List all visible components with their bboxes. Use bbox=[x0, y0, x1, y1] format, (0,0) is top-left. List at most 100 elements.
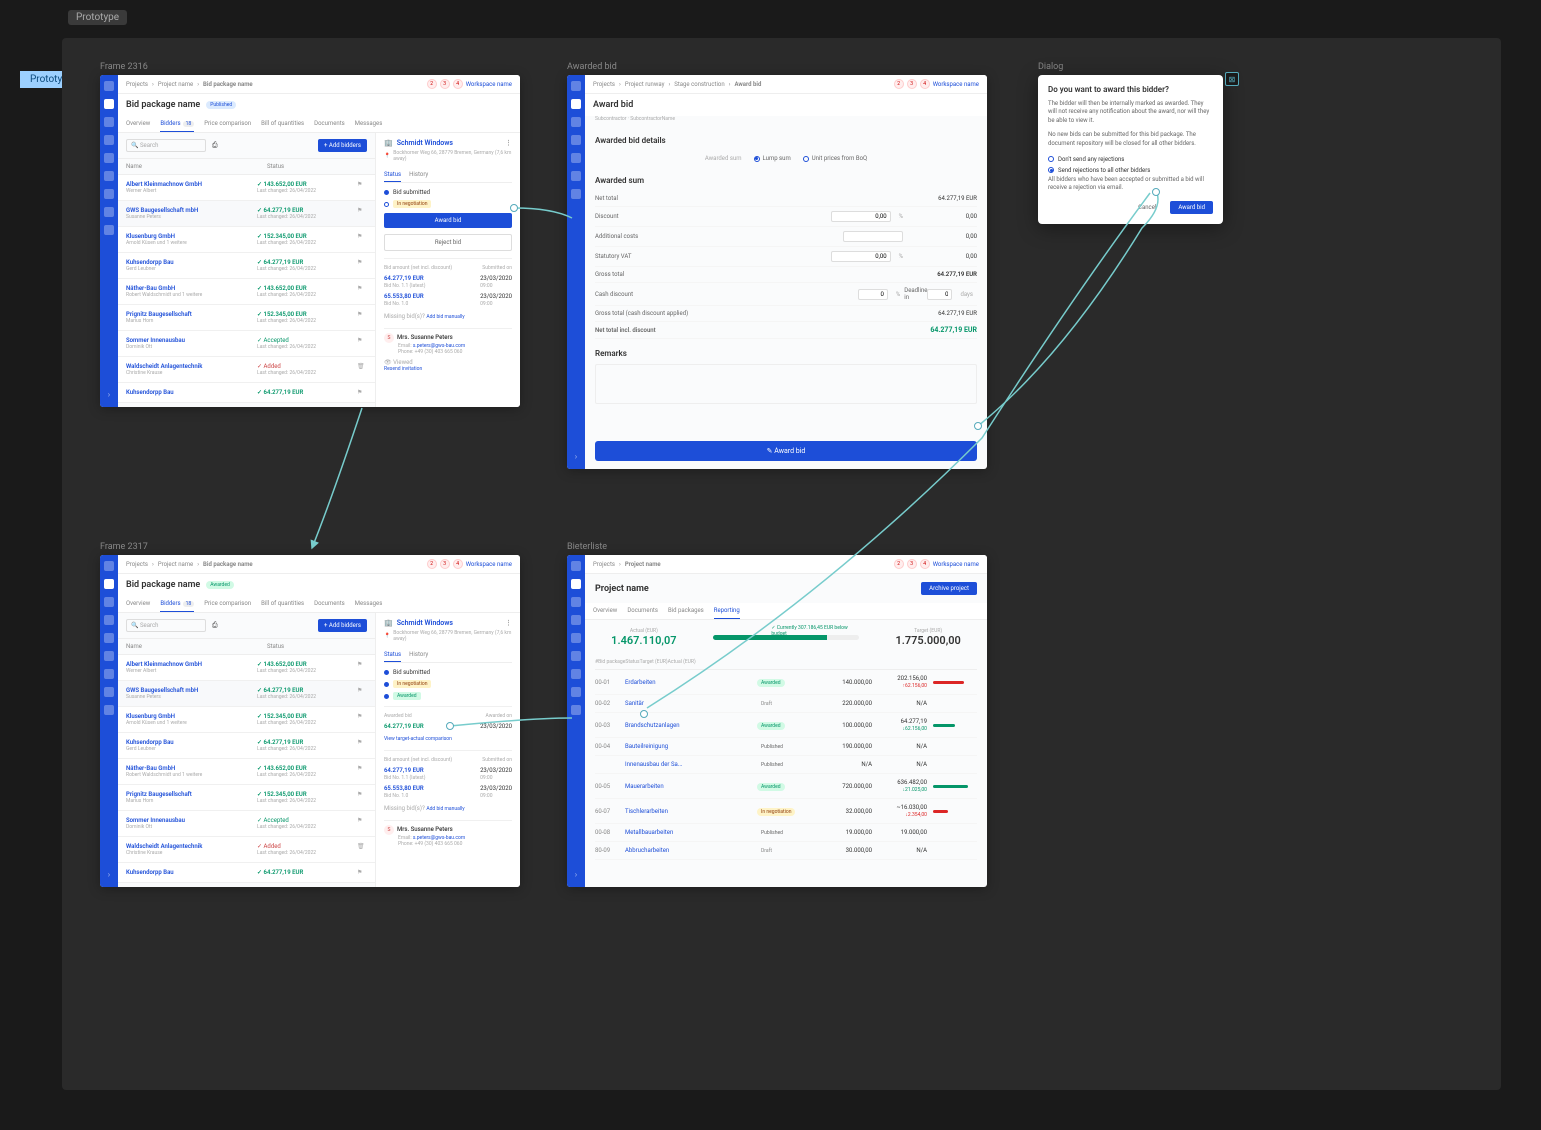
nav-mail-icon[interactable] bbox=[571, 99, 581, 109]
radio-send-rejections[interactable]: Send rejections to all other bidders bbox=[1048, 165, 1213, 176]
bidder-row[interactable]: Klusenburg GmbHArnold Küsen und 1 weiter… bbox=[118, 227, 375, 253]
expand-chevron-icon[interactable]: › bbox=[575, 870, 577, 879]
bidder-row[interactable]: Kuhsendorpp BauGerd Leubner✓ 64.277,19 E… bbox=[118, 253, 375, 279]
tab-price[interactable]: Price comparison bbox=[204, 596, 251, 612]
award-bid-submit-button[interactable]: ✎ Award bid bbox=[595, 441, 977, 461]
filter-icon[interactable]: ⎙ bbox=[212, 621, 218, 630]
report-row[interactable]: Innenausbau der Sa...PublishedN/AN/A bbox=[595, 756, 977, 774]
report-row[interactable]: 00-04BauteilreinigungPublished190.000,00… bbox=[595, 738, 977, 756]
bidder-row[interactable]: Näther-Bau GmbHRobert Waldschmidt und 1 … bbox=[118, 279, 375, 305]
nav-icon[interactable] bbox=[571, 117, 581, 127]
tab-boq[interactable]: Bill of quantities bbox=[261, 116, 304, 132]
radio-lump[interactable]: Lump sum bbox=[754, 155, 791, 162]
bidder-row[interactable]: Kuhsendorpp BauGerd Leubner✓ 64.277,19 E… bbox=[118, 733, 375, 759]
report-row[interactable]: 60-07TischlerarbeitenIn negotiation32.00… bbox=[595, 799, 977, 824]
filter-icon[interactable]: ⎙ bbox=[212, 141, 218, 150]
remarks-textarea[interactable] bbox=[595, 364, 977, 404]
nav-icon[interactable] bbox=[104, 687, 114, 697]
nav-icon[interactable] bbox=[571, 153, 581, 163]
notif-badge[interactable]: 2 bbox=[427, 79, 437, 89]
nav-icon[interactable] bbox=[104, 669, 114, 679]
bidder-row[interactable]: Näther-Bau GmbHRobert Waldschmidt und 1 … bbox=[118, 759, 375, 785]
nav-icon[interactable] bbox=[104, 597, 114, 607]
expand-chevron-icon[interactable]: › bbox=[108, 390, 110, 399]
nav-icon[interactable] bbox=[571, 171, 581, 181]
nav-icon[interactable] bbox=[571, 597, 581, 607]
nav-icon[interactable] bbox=[104, 633, 114, 643]
addcost-input[interactable] bbox=[843, 231, 903, 242]
tab-reporting[interactable]: Reporting bbox=[714, 603, 740, 619]
tab-overview[interactable]: Overview bbox=[593, 603, 617, 619]
dtab-status[interactable]: Status bbox=[384, 168, 401, 182]
vat-input[interactable] bbox=[831, 251, 891, 262]
bidder-row[interactable]: Waldscheidt AnlagentechnikChristine Krau… bbox=[118, 357, 375, 383]
cancel-button[interactable]: Cancel bbox=[1130, 201, 1164, 214]
resend-link[interactable]: Resend invitation bbox=[384, 366, 512, 372]
report-row[interactable]: 00-05MauerarbeitenAwarded720.000,00636.4… bbox=[595, 774, 977, 799]
tab-docs[interactable]: Documents bbox=[627, 603, 658, 619]
radio-unit[interactable]: Unit prices from BoQ bbox=[803, 155, 867, 162]
nav-icon[interactable] bbox=[571, 687, 581, 697]
tab-msgs[interactable]: Messages bbox=[355, 116, 383, 132]
bidder-row[interactable]: Sommer InnenausbauDominik Ott✓ AcceptedL… bbox=[118, 811, 375, 837]
nav-doc-icon[interactable] bbox=[104, 117, 114, 127]
nav-icon[interactable] bbox=[571, 135, 581, 145]
nav-file-icon[interactable] bbox=[104, 135, 114, 145]
cash-input[interactable] bbox=[858, 289, 888, 300]
logo-icon[interactable] bbox=[571, 81, 581, 91]
nav-print-icon[interactable] bbox=[104, 207, 114, 217]
nav-clock-icon[interactable] bbox=[104, 225, 114, 235]
bidder-row[interactable]: Waldscheidt AnlagentechnikChristine Krau… bbox=[118, 837, 375, 863]
tab-msgs[interactable]: Messages bbox=[355, 596, 383, 612]
bidder-row[interactable]: Prignitz BaugesellschaftMarius Horn✓ 152… bbox=[118, 785, 375, 811]
bidder-row[interactable]: GWS Baugesellschaft mbHSusanne Peters✓ 6… bbox=[118, 681, 375, 707]
tab-price[interactable]: Price comparison bbox=[204, 116, 251, 132]
reject-bid-button[interactable]: Reject bid bbox=[384, 234, 512, 251]
nav-users-icon[interactable] bbox=[104, 153, 114, 163]
add-bidders-button[interactable]: + Add bidders bbox=[318, 619, 367, 632]
bidder-row[interactable]: GWS Baugesellschaft mbHSusanne Peters✓ 6… bbox=[118, 201, 375, 227]
confirm-award-button[interactable]: Award bid bbox=[1170, 201, 1213, 214]
report-row[interactable]: 00-01ErdarbeitenAwarded140.000,00202.156… bbox=[595, 670, 977, 695]
tab-boq[interactable]: Bill of quantities bbox=[261, 596, 304, 612]
close-icon[interactable]: ⊠ bbox=[1225, 72, 1239, 86]
dtab-history[interactable]: History bbox=[409, 168, 428, 182]
discount-input[interactable] bbox=[831, 211, 891, 222]
more-icon[interactable]: ⋮ bbox=[505, 619, 512, 627]
nav-folder-icon[interactable] bbox=[104, 171, 114, 181]
nav-icon[interactable] bbox=[104, 651, 114, 661]
report-row[interactable]: 00-02SanitärDraft220.000,00N/A bbox=[595, 695, 977, 713]
deadline-input[interactable] bbox=[927, 289, 952, 300]
bidder-row[interactable]: Sommer InnenausbauDominik Ott✓ AcceptedL… bbox=[118, 331, 375, 357]
search-input[interactable]: 🔍 Search bbox=[126, 619, 206, 632]
expand-chevron-icon[interactable]: › bbox=[575, 452, 577, 461]
bidder-row[interactable]: Albert Kleinmachnow GmbHWerner Albert✓ 1… bbox=[118, 655, 375, 681]
nav-icon[interactable] bbox=[571, 669, 581, 679]
workspace-name[interactable]: Workspace name bbox=[466, 81, 512, 88]
nav-icon[interactable] bbox=[571, 651, 581, 661]
nav-icon[interactable] bbox=[571, 189, 581, 199]
notif-badge[interactable]: 4 bbox=[453, 79, 463, 89]
bidder-row[interactable]: Kuhsendorpp Bau✓ 64.277,19 EUR⚑ bbox=[118, 383, 375, 403]
add-bid-link[interactable]: Add bid manually bbox=[426, 314, 464, 320]
bidder-row[interactable]: Albert Kleinmachnow GmbHWerner Albert✓ 1… bbox=[118, 175, 375, 201]
bidder-row[interactable]: Klusenburg GmbHArnold Küsen und 1 weiter… bbox=[118, 707, 375, 733]
nav-icon[interactable] bbox=[571, 615, 581, 625]
nav-icon[interactable] bbox=[571, 579, 581, 589]
report-row[interactable]: 00-08MetallbauarbeitenPublished19.000,00… bbox=[595, 824, 977, 842]
archive-button[interactable]: Archive project bbox=[921, 582, 977, 595]
nav-icon[interactable] bbox=[104, 579, 114, 589]
bidder-row[interactable]: Kuhsendorpp Bau✓ 64.277,19 EUR⚑ bbox=[118, 863, 375, 883]
tab-bidders[interactable]: Bidders18 bbox=[160, 596, 194, 612]
tab-overview[interactable]: Overview bbox=[126, 116, 150, 132]
nav-icon[interactable] bbox=[104, 705, 114, 715]
nav-icon[interactable] bbox=[571, 705, 581, 715]
logo-icon[interactable] bbox=[104, 81, 114, 91]
logo-icon[interactable] bbox=[571, 561, 581, 571]
radio-no-rejections[interactable]: Don't send any rejections bbox=[1048, 154, 1213, 165]
nav-page-icon[interactable] bbox=[104, 189, 114, 199]
expand-chevron-icon[interactable]: › bbox=[108, 870, 110, 879]
tab-bidders[interactable]: Bidders18 bbox=[160, 116, 194, 132]
nav-mail-icon[interactable] bbox=[104, 99, 114, 109]
logo-icon[interactable] bbox=[104, 561, 114, 571]
